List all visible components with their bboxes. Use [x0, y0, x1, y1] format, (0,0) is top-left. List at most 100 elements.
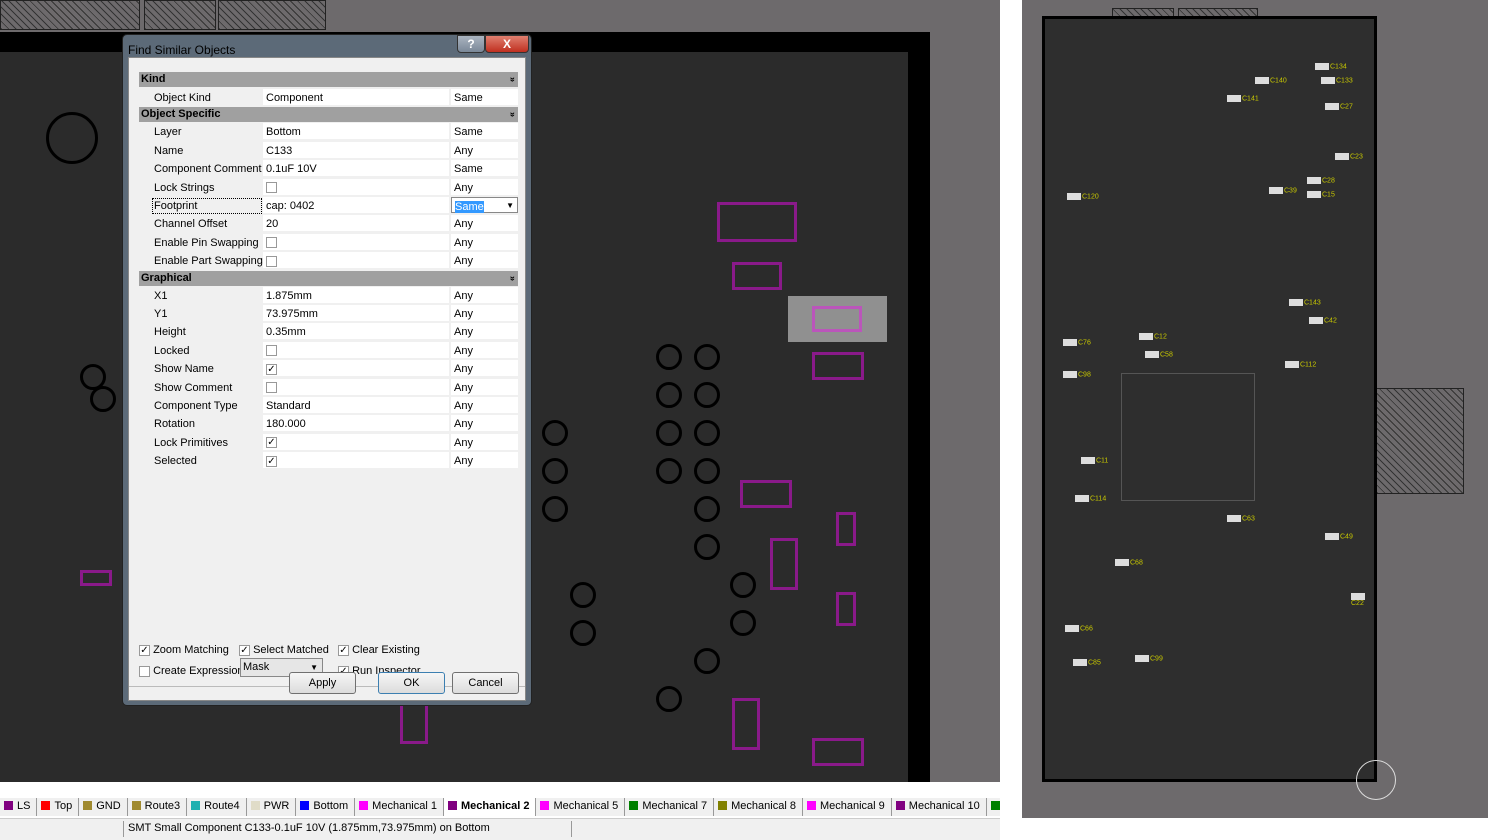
pad[interactable]: [732, 698, 760, 750]
pad[interactable]: [400, 702, 428, 744]
match-select[interactable]: Any: [451, 141, 518, 158]
match-select[interactable]: Any: [451, 305, 518, 321]
match-select[interactable]: Any: [451, 233, 518, 250]
property-name: Layer: [154, 126, 182, 139]
layer-tab[interactable]: Mechanica: [987, 798, 1000, 816]
component-label: C134: [1315, 63, 1347, 70]
property-name: Enable Part Swapping: [154, 255, 263, 268]
match-select[interactable]: Any: [451, 252, 518, 269]
property-checkbox[interactable]: [263, 341, 449, 358]
match-select[interactable]: Any: [451, 415, 518, 432]
via: [542, 458, 568, 484]
pad[interactable]: [836, 512, 856, 546]
match-select[interactable]: Any: [451, 286, 518, 303]
component-label: C120: [1067, 193, 1099, 200]
highlighted-component[interactable]: [788, 296, 887, 342]
property-value[interactable]: 0.1uF 10V: [263, 160, 449, 177]
property-row: Rotation 180.000 Any: [139, 415, 518, 433]
property-name: X1: [154, 289, 168, 302]
ok-button[interactable]: OK: [378, 672, 445, 694]
match-select[interactable]: Any: [451, 433, 518, 450]
pad[interactable]: [717, 202, 797, 242]
property-value[interactable]: 180.000: [263, 415, 449, 432]
layer-tab[interactable]: Mechanical 2: [444, 798, 537, 816]
property-name: Lock Strings: [154, 181, 215, 194]
property-row: Component Type Standard Any: [139, 397, 518, 415]
property-value[interactable]: 0.35mm: [263, 323, 449, 340]
property-value[interactable]: Component: [263, 89, 449, 105]
pad[interactable]: [812, 352, 864, 380]
property-checkbox[interactable]: ✓: [263, 360, 449, 377]
match-select[interactable]: Any: [451, 341, 518, 358]
layer-tab[interactable]: Mechanical 1: [355, 798, 444, 816]
match-select[interactable]: Any: [451, 323, 518, 340]
layer-tab[interactable]: Top: [37, 798, 80, 816]
help-button[interactable]: ?: [457, 35, 485, 53]
property-checkbox[interactable]: [263, 178, 449, 195]
property-checkbox[interactable]: [263, 233, 449, 250]
section-kind[interactable]: Kind»: [139, 72, 518, 87]
pad[interactable]: [80, 570, 112, 586]
match-select[interactable]: Any: [451, 215, 518, 232]
close-button[interactable]: X: [485, 35, 529, 53]
match-select[interactable]: Same: [451, 123, 518, 140]
pad[interactable]: [740, 480, 792, 508]
layer-tabs: LS Top GND Route3 Route4 PWR Bottom Mechanical …: [0, 798, 1000, 816]
property-value[interactable]: cap: 0402: [263, 197, 449, 213]
layer-tab[interactable]: GND: [79, 798, 128, 816]
pad[interactable]: [770, 538, 798, 590]
create-expression-checkbox[interactable]: Create Expression: [139, 665, 244, 677]
section-graphical[interactable]: Graphical»: [139, 270, 520, 286]
layer-tab[interactable]: Mechanical 7: [625, 798, 715, 816]
match-select[interactable]: Any: [451, 178, 518, 195]
layer-tab[interactable]: Route4: [187, 798, 247, 816]
pad[interactable]: [836, 592, 856, 626]
via: [656, 420, 682, 446]
layer-tab[interactable]: LS: [0, 798, 38, 816]
cancel-button[interactable]: Cancel: [452, 672, 519, 694]
collapse-icon[interactable]: »: [505, 77, 520, 82]
property-value[interactable]: Bottom: [263, 123, 449, 140]
property-checkbox[interactable]: ✓: [263, 433, 449, 450]
pad[interactable]: [732, 262, 782, 290]
layer-tab[interactable]: Mechanical 5: [536, 798, 626, 816]
property-value[interactable]: C133: [263, 141, 449, 158]
board-overview-panel[interactable]: C134 C133 C140 C141 C27 C23 C28 C15 C120…: [1022, 0, 1488, 818]
layer-tab[interactable]: Mechanical 8: [714, 798, 803, 816]
match-select[interactable]: Same: [451, 89, 518, 105]
section-object_specific[interactable]: Object Specific»: [139, 107, 520, 123]
find-similar-objects-dialog: Find Similar Objects ? X Kind» Object Kin…: [122, 34, 532, 706]
zoom-matching-checkbox[interactable]: ✓ Zoom Matching: [139, 644, 229, 656]
property-checkbox[interactable]: [263, 252, 449, 269]
via: [542, 496, 568, 522]
property-value[interactable]: Standard: [263, 397, 449, 413]
property-checkbox[interactable]: [263, 378, 449, 395]
layer-tab[interactable]: PWR: [247, 798, 297, 816]
property-value[interactable]: 1.875mm: [263, 286, 449, 303]
match-select[interactable]: Any: [451, 397, 518, 413]
layer-tab[interactable]: Mechanical 10: [892, 798, 987, 816]
match-select[interactable]: Same: [451, 160, 518, 177]
match-select[interactable]: Same ▼: [451, 197, 518, 213]
collapse-icon[interactable]: »: [505, 112, 520, 117]
match-select[interactable]: Any: [451, 378, 518, 395]
property-value[interactable]: 73.975mm: [263, 305, 449, 321]
select-matched-checkbox[interactable]: ✓ Select Matched: [239, 644, 329, 656]
property-row: X1 1.875mm Any: [139, 286, 518, 305]
property-checkbox[interactable]: ✓: [263, 452, 449, 469]
match-select[interactable]: Any: [451, 452, 518, 469]
clear-existing-checkbox[interactable]: ✓ Clear Existing: [338, 644, 420, 656]
apply-button[interactable]: Apply: [289, 672, 356, 694]
collapse-icon[interactable]: »: [505, 276, 520, 281]
component-label: C140: [1255, 77, 1287, 84]
layer-tab[interactable]: Bottom: [296, 798, 356, 816]
property-row: Object Kind Component Same: [139, 89, 518, 107]
layer-tab[interactable]: Mechanical 9: [803, 798, 892, 816]
pad[interactable]: [812, 738, 864, 766]
via: [694, 458, 720, 484]
property-value[interactable]: 20: [263, 215, 449, 232]
match-select[interactable]: Any: [451, 360, 518, 377]
dialog-title: Find Similar Objects: [128, 43, 236, 57]
layer-tab[interactable]: Route3: [128, 798, 188, 816]
property-name: Channel Offset: [154, 218, 228, 231]
